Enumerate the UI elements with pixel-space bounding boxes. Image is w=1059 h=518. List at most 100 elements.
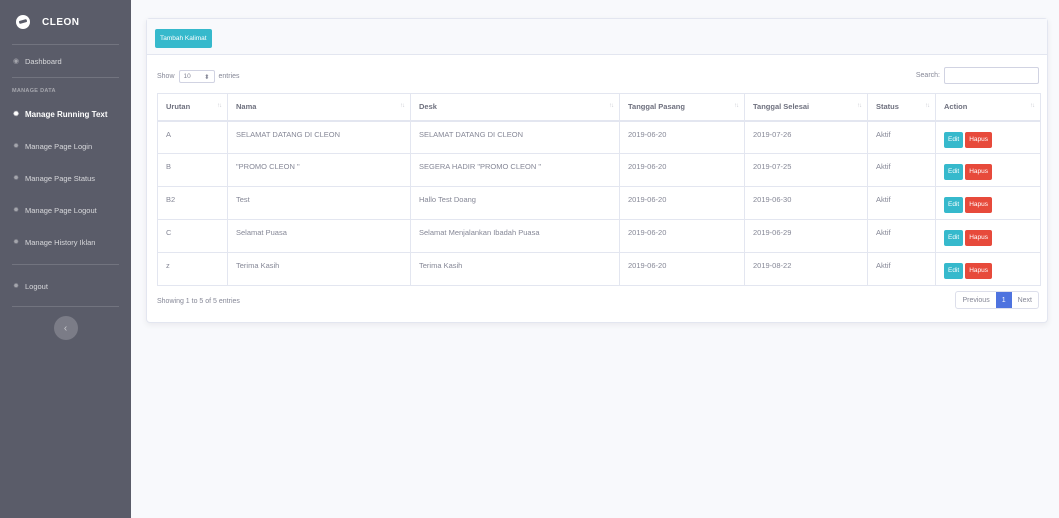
cell-desk: Terima Kasih [410, 252, 620, 286]
sort-icon: ↑↓ [217, 103, 222, 109]
dashboard-icon: ◉ [12, 58, 20, 65]
cell-tanggal-selesai: 2019-08-22 [744, 252, 868, 286]
sidebar: CLEON ◉ Dashboard MANAGE DATA ✹ Manage R… [0, 0, 131, 518]
cleon-logo-icon [16, 15, 30, 29]
select-arrows-icon: ⬍ [204, 73, 210, 81]
entries-select[interactable]: 10 ⬍ [178, 70, 215, 83]
brand[interactable]: CLEON [0, 0, 131, 44]
sidebar-item-label: Logout [25, 281, 48, 291]
gear-icon: ✹ [13, 239, 19, 246]
cell-nama: Test [227, 186, 411, 220]
sidebar-item-logout[interactable]: ✹ Logout [0, 270, 131, 302]
card-header: Tambah Kalimat [147, 19, 1047, 55]
cell-urutan: B2 [157, 186, 228, 220]
cell-desk: SEGERA HADIR "PROMO CLEON " [410, 153, 620, 187]
search-label: Search: [915, 72, 940, 79]
delete-button[interactable]: Hapus [965, 197, 992, 213]
table-row: A SELAMAT DATANG DI CLEON SELAMAT DATANG… [157, 120, 1041, 154]
delete-button[interactable]: Hapus [965, 230, 992, 246]
delete-button[interactable]: Hapus [965, 131, 992, 148]
column-header-action[interactable]: Action ↑↓ [935, 93, 1041, 122]
cell-desk: SELAMAT DATANG DI CLEON [410, 120, 620, 154]
cell-nama: "PROMO CLEON " [227, 153, 411, 187]
cell-urutan: B [157, 153, 228, 187]
cell-action: Edit Hapus [935, 120, 1041, 154]
next-page-button[interactable]: Next [1012, 292, 1038, 308]
sidebar-divider [12, 306, 119, 307]
sidebar-item-manage-page-status[interactable]: ✹ Manage Page Status [0, 162, 131, 194]
edit-button[interactable]: Edit [944, 164, 964, 180]
search-input[interactable] [944, 67, 1039, 84]
sort-icon: ↑↓ [1030, 103, 1035, 109]
entries-length-control: Show 10 ⬍ entries [157, 70, 240, 83]
column-header-desk[interactable]: Desk ↑↓ [410, 93, 620, 122]
cell-action: Edit Hapus [935, 153, 1041, 187]
column-header-status[interactable]: Status ↑↓ [867, 93, 936, 122]
column-header-tanggal-pasang[interactable]: Tanggal Pasang ↑↓ [619, 93, 745, 122]
table-info: Showing 1 to 5 of 5 entries [157, 298, 240, 305]
sidebar-item-dashboard[interactable]: ◉ Dashboard [0, 45, 131, 77]
column-header-nama[interactable]: Nama ↑↓ [227, 93, 411, 122]
cell-action: Edit Hapus [935, 252, 1041, 286]
edit-button[interactable]: Edit [944, 263, 964, 279]
gear-icon: ✹ [13, 175, 19, 182]
table-row: z Terima Kasih Terima Kasih 2019-06-20 2… [157, 252, 1041, 286]
edit-button[interactable]: Edit [944, 131, 964, 148]
cell-urutan: C [157, 219, 228, 253]
edit-button[interactable]: Edit [944, 197, 964, 213]
delete-button[interactable]: Hapus [965, 164, 992, 180]
entries-select-value: 10 [183, 73, 191, 80]
sidebar-item-manage-history-iklan[interactable]: ✹ Manage History Iklan [0, 226, 131, 258]
sort-icon: ↑↓ [857, 103, 862, 109]
add-sentence-button[interactable]: Tambah Kalimat [155, 29, 212, 48]
gear-icon: ✹ [13, 111, 19, 118]
cell-tanggal-selesai: 2019-06-30 [744, 186, 868, 220]
chevron-left-icon: ‹ [63, 322, 68, 334]
cell-nama: Selamat Puasa [227, 219, 411, 253]
gear-icon: ✹ [13, 283, 19, 290]
delete-button[interactable]: Hapus [965, 263, 992, 279]
entries-label: entries [218, 73, 240, 80]
cell-tanggal-pasang: 2019-06-20 [619, 186, 745, 220]
cell-tanggal-pasang: 2019-06-20 [619, 153, 745, 187]
sidebar-divider [12, 264, 119, 265]
cell-urutan: z [157, 252, 228, 286]
cell-status: Aktif [867, 252, 936, 286]
edit-button[interactable]: Edit [944, 230, 964, 246]
cell-urutan: A [157, 120, 228, 154]
cell-desk: Selamat Menjalankan Ibadah Puasa [410, 219, 620, 253]
sidebar-item-manage-page-logout[interactable]: ✹ Manage Page Logout [0, 194, 131, 226]
sidebar-item-label: Manage History Iklan [25, 237, 96, 247]
cell-nama: Terima Kasih [227, 252, 411, 286]
sidebar-item-label: Manage Page Login [25, 141, 93, 151]
pagination: Previous 1 Next [955, 291, 1039, 309]
sidebar-item-label: Manage Page Logout [25, 205, 97, 215]
column-header-urutan[interactable]: Urutan ↑↓ [157, 93, 228, 122]
column-header-tanggal-selesai[interactable]: Tanggal Selesai ↑↓ [744, 93, 868, 122]
gear-icon: ✹ [13, 143, 19, 150]
page-1-button[interactable]: 1 [995, 292, 1012, 308]
cell-tanggal-selesai: 2019-07-25 [744, 153, 868, 187]
sidebar-item-manage-page-login[interactable]: ✹ Manage Page Login [0, 130, 131, 162]
cell-status: Aktif [867, 219, 936, 253]
sidebar-toggle-button[interactable]: ‹ [53, 316, 78, 340]
sort-icon: ↑↓ [734, 103, 739, 109]
sidebar-item-label: Manage Running Text [25, 109, 108, 119]
show-label: Show [157, 73, 175, 80]
search-control: Search: [916, 67, 1039, 84]
cell-desk: Hallo Test Doang [410, 186, 620, 220]
brand-name: CLEON [42, 16, 80, 28]
cell-tanggal-pasang: 2019-06-20 [619, 120, 745, 154]
cell-action: Edit Hapus [935, 186, 1041, 220]
cell-nama: SELAMAT DATANG DI CLEON [227, 120, 411, 154]
running-text-table: Urutan ↑↓ Nama ↑↓ Desk ↑↓ Tanggal Pasang ↑↓ … [157, 93, 1041, 286]
previous-page-button[interactable]: Previous [956, 292, 995, 308]
cell-action: Edit Hapus [935, 219, 1041, 253]
cell-tanggal-selesai: 2019-06-29 [744, 219, 868, 253]
cell-tanggal-pasang: 2019-06-20 [619, 252, 745, 286]
cell-tanggal-selesai: 2019-07-26 [744, 120, 868, 154]
table-row: B "PROMO CLEON " SEGERA HADIR "PROMO CLE… [157, 153, 1041, 187]
cell-status: Aktif [867, 120, 936, 154]
sort-icon: ↑↓ [925, 103, 930, 109]
sidebar-item-manage-running-text[interactable]: ✹ Manage Running Text [0, 98, 131, 130]
